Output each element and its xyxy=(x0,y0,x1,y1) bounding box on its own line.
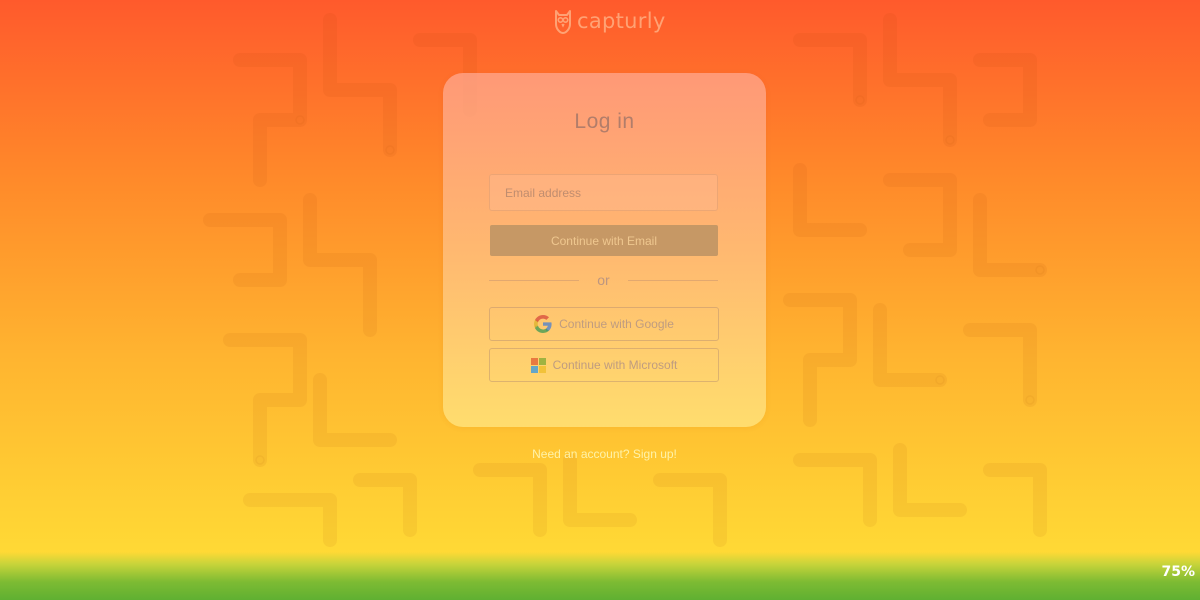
google-button-label: Continue with Google xyxy=(559,317,674,331)
or-divider: or xyxy=(489,272,718,288)
continue-with-google-button[interactable]: Continue with Google xyxy=(489,307,719,341)
signup-link[interactable]: Need an account? Sign up! xyxy=(443,447,766,461)
login-title: Log in xyxy=(574,110,635,133)
login-page: capturly Log in Continue with Email or C… xyxy=(0,0,1200,600)
brand-logo[interactable]: capturly xyxy=(553,8,666,34)
zoom-level-indicator: 75% xyxy=(1161,564,1195,580)
continue-with-microsoft-button[interactable]: Continue with Microsoft xyxy=(489,348,719,382)
continue-with-email-button[interactable]: Continue with Email xyxy=(490,225,718,256)
microsoft-icon xyxy=(530,357,546,373)
brand-name: capturly xyxy=(577,9,666,33)
microsoft-button-label: Continue with Microsoft xyxy=(552,358,678,372)
divider-line-right xyxy=(628,280,718,281)
google-icon xyxy=(534,315,552,333)
owl-icon xyxy=(553,8,573,34)
email-input[interactable] xyxy=(489,174,718,211)
